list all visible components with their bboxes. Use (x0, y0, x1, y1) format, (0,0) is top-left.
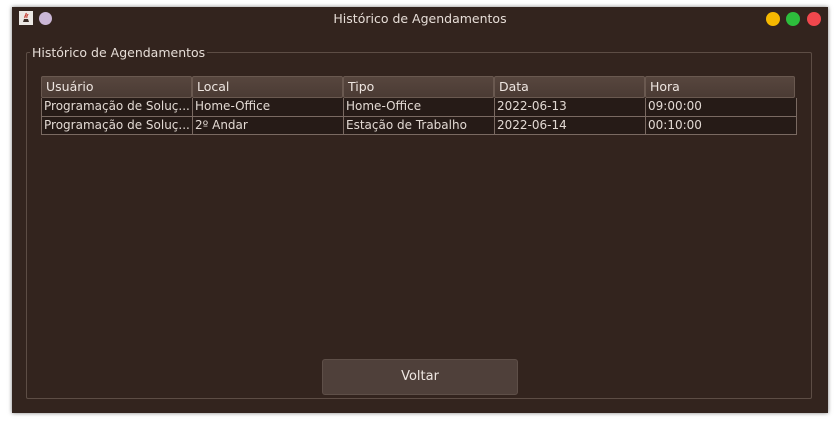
column-header-local[interactable]: Local (192, 76, 343, 98)
table-row[interactable]: Programação de Soluç... Home-Office Home… (42, 98, 796, 116)
cell-data[interactable]: 2022-06-13 (495, 98, 646, 116)
cell-usuario[interactable]: Programação de Soluç... (42, 117, 193, 134)
close-button[interactable] (807, 12, 821, 26)
cell-data[interactable]: 2022-06-14 (495, 117, 646, 134)
history-panel-title: Histórico de Agendamentos (30, 45, 208, 61)
cell-local[interactable]: Home-Office (193, 98, 344, 116)
column-header-usuario[interactable]: Usuário (41, 76, 192, 98)
column-header-data[interactable]: Data (494, 76, 645, 98)
back-button[interactable]: Voltar (322, 359, 518, 395)
cell-hora[interactable]: 00:10:00 (646, 117, 796, 134)
appointments-table: Usuário Local Tipo Data Hora Programação… (41, 76, 797, 135)
title-bar[interactable]: Histórico de Agendamentos (12, 7, 828, 31)
cell-tipo[interactable]: Home-Office (344, 98, 495, 116)
column-header-hora[interactable]: Hora (645, 76, 795, 98)
maximize-button[interactable] (786, 12, 800, 26)
minimize-button[interactable] (766, 12, 780, 26)
cell-usuario[interactable]: Programação de Soluç... (42, 98, 193, 116)
table-header: Usuário Local Tipo Data Hora (41, 76, 797, 98)
app-window: Histórico de Agendamentos Histórico de A… (12, 7, 828, 413)
window-title: Histórico de Agendamentos (333, 11, 507, 26)
cell-hora[interactable]: 09:00:00 (646, 98, 796, 116)
column-header-tipo[interactable]: Tipo (343, 76, 494, 98)
table-row[interactable]: Programação de Soluç... 2º Andar Estação… (42, 116, 796, 134)
table-body: Programação de Soluç... Home-Office Home… (41, 98, 797, 135)
cell-tipo[interactable]: Estação de Trabalho (344, 117, 495, 134)
cell-local[interactable]: 2º Andar (193, 117, 344, 134)
